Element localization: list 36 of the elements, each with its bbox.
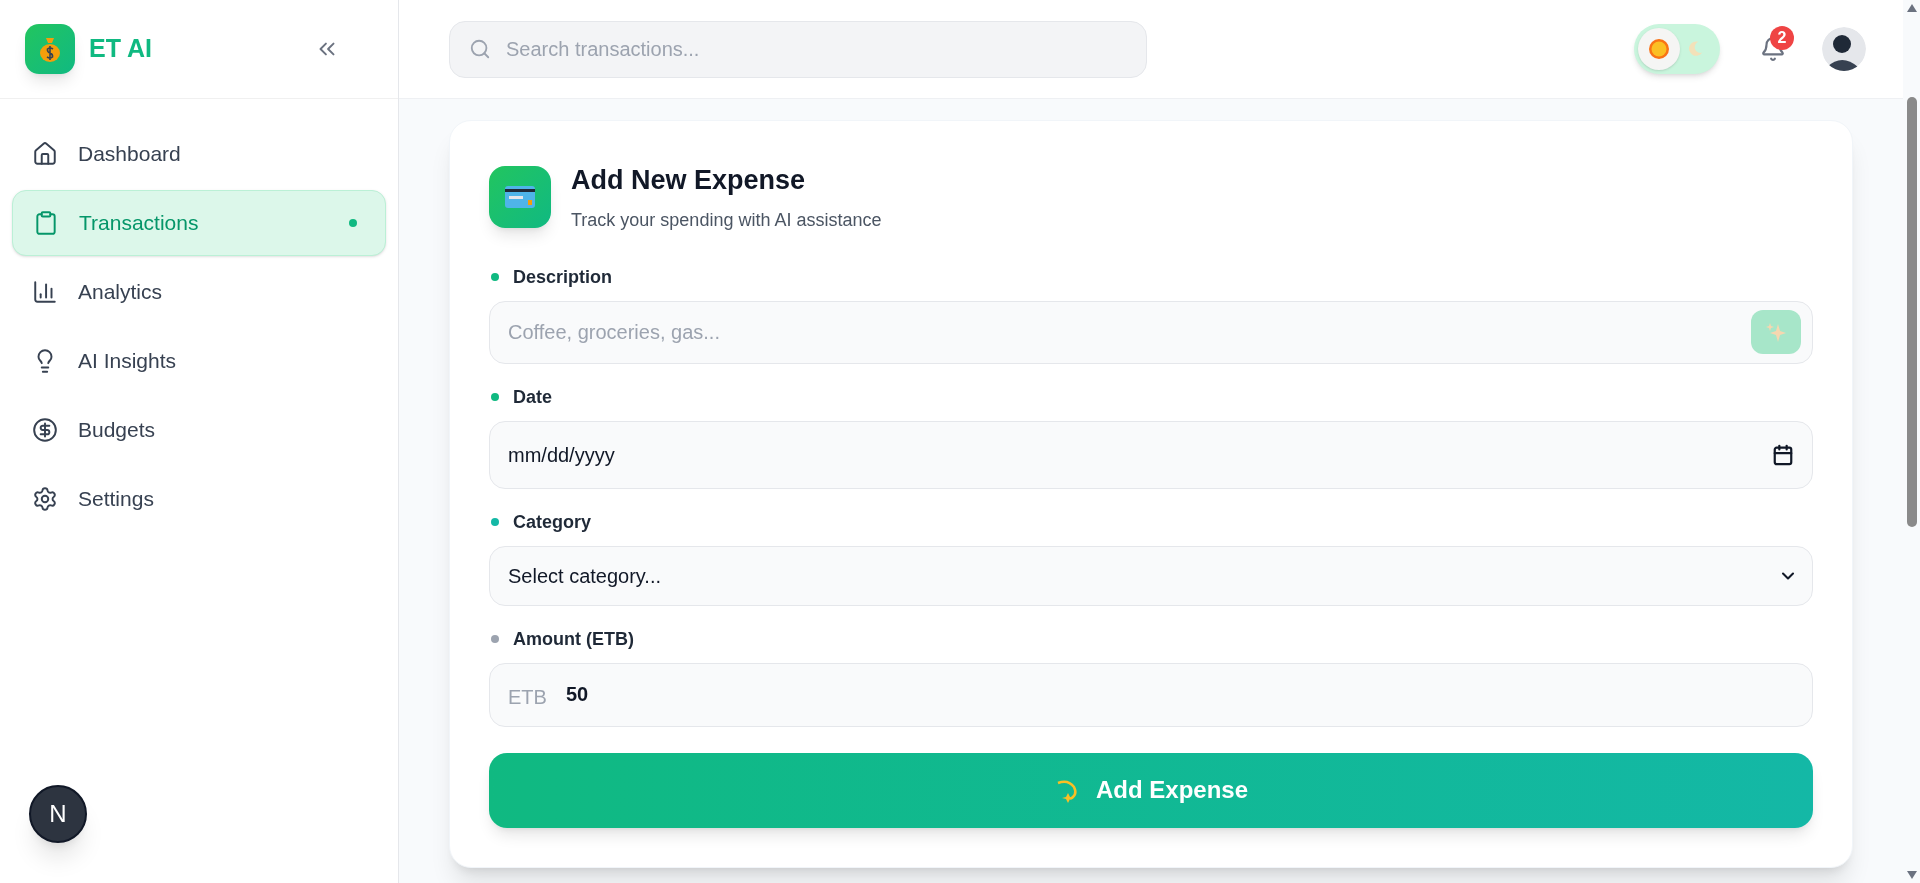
form-subtitle: Track your spending with AI assistance: [571, 208, 882, 232]
nav-item[interactable]: AI Insights: [12, 328, 386, 394]
scroll-up-icon[interactable]: [1906, 4, 1917, 12]
moon-icon: [1686, 40, 1704, 58]
scrollbar-thumb[interactable]: [1906, 97, 1917, 527]
field-label: Date: [513, 385, 552, 409]
category-select[interactable]: Select category...: [489, 545, 1813, 606]
credit-card-icon: [505, 185, 535, 208]
nav-item[interactable]: Dashboard: [12, 121, 386, 187]
field-label: Description: [513, 265, 613, 289]
currency-prefix: ETB: [508, 684, 547, 710]
form-title: Add New Expense: [571, 164, 807, 197]
search-field[interactable]: Search transactions...: [449, 20, 1147, 78]
nav-item[interactable]: Budgets: [12, 397, 386, 463]
nav-icon: [32, 279, 58, 305]
date-field[interactable]: mm/dd/yyyy: [489, 420, 1813, 489]
calendar-icon[interactable]: [1772, 443, 1794, 466]
description-field[interactable]: Coffee, groceries, gas...: [489, 300, 1813, 364]
dev-badge[interactable]: N: [29, 785, 87, 843]
nav-icon: [33, 210, 59, 236]
nav-item[interactable]: Settings: [12, 466, 386, 532]
notification-count: 2: [1770, 26, 1794, 50]
theme-toggle[interactable]: [1634, 24, 1720, 74]
field-label: Category: [513, 510, 592, 534]
field-label: Amount (ETB): [513, 627, 634, 651]
nav-icon: [32, 417, 58, 443]
scroll-down-icon[interactable]: [1906, 871, 1917, 879]
nav-icon: [32, 486, 58, 512]
sun-icon: [1647, 37, 1671, 61]
avatar-icon[interactable]: [1822, 27, 1866, 71]
date-value: mm/dd/yyyy: [508, 442, 615, 468]
search-icon: [469, 37, 491, 60]
nav-icon: [32, 141, 58, 167]
nav-item[interactable]: Analytics: [12, 259, 386, 325]
brand-name: ET AI: [89, 33, 152, 65]
money-bag-icon: [37, 35, 63, 63]
